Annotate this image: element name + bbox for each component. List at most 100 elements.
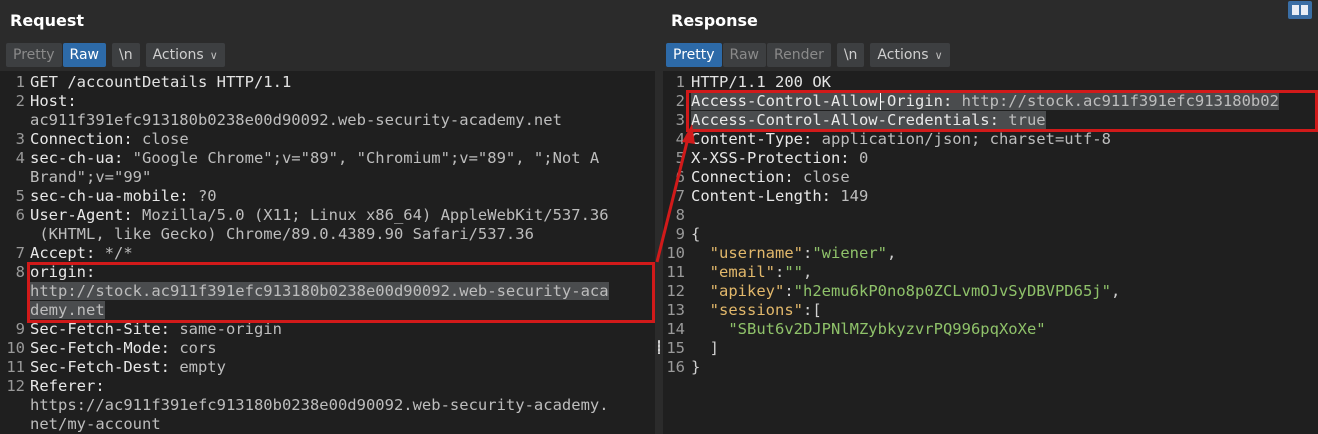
response-actions-button[interactable]: Actions ∨ <box>870 43 950 67</box>
line-number: 10 <box>6 339 25 357</box>
chevron-down-icon: ∨ <box>934 49 943 62</box>
request-title: Request <box>10 11 85 30</box>
response-render-button[interactable]: Render <box>766 43 831 67</box>
code-token: demy.net <box>30 301 105 319</box>
code-token: (KHTML, like Gecko) Chrome/89.0.4389.90 … <box>30 225 534 243</box>
line-number: 10 <box>666 244 685 262</box>
code-token: Connection: <box>691 168 794 186</box>
response-raw-button[interactable]: Raw <box>722 43 766 67</box>
code-text: User-Agent: Mozilla/5.0 (X11; Linux x86_… <box>30 206 609 225</box>
code-token: application/json; charset=utf-8 <box>812 130 1111 148</box>
code-token: https://ac911f391efc913180b0238e00d90092… <box>30 396 609 414</box>
split-view-left-square <box>1292 5 1299 15</box>
code-token: */* <box>95 244 133 262</box>
code-token: Content-Length: <box>691 187 831 205</box>
code-text: Content-Length: 149 <box>691 187 868 206</box>
line-number: 8 <box>15 263 25 281</box>
line-number: 12 <box>6 377 25 395</box>
code-token: same-origin <box>169 320 282 338</box>
request-editor[interactable]: 1 GET /accountDetails HTTP/1.1 2 Host: ac911… <box>0 71 655 434</box>
code-token: close <box>132 130 189 148</box>
response-editor[interactable]: 1 HTTP/1.1 200 OK 2 Access-Control-Allow-Or… <box>663 71 1318 434</box>
request-pane: Request Pretty Raw \n Actions ∨ 1 GET /acc… <box>0 0 655 434</box>
line-number: 13 <box>666 301 685 319</box>
code-text: Host: <box>30 92 77 111</box>
response-title: Response <box>671 11 758 30</box>
line-number: 3 <box>15 130 25 148</box>
code-token: Sec-Fetch-Mode: <box>30 339 170 357</box>
request-toolbar: Pretty Raw \n Actions ∨ <box>6 42 226 68</box>
code-token: "email" <box>691 263 775 281</box>
code-text: (KHTML, like Gecko) Chrome/89.0.4389.90 … <box>30 225 534 244</box>
response-actions-label: Actions <box>877 47 929 63</box>
code-text: sec-ch-ua-mobile: ?0 <box>30 187 217 206</box>
code-token: http://stock.ac911f391efc913180b02 <box>952 92 1279 110</box>
code-token: Access-Control-Allow-Origin: <box>691 92 953 110</box>
code-text: ac911f391efc913180b0238e00d90092.web-sec… <box>30 111 562 130</box>
drag-handle-icon[interactable] <box>658 340 660 354</box>
code-text: Connection: close <box>30 130 189 149</box>
pane-divider[interactable] <box>655 0 663 434</box>
response-newline-button[interactable]: \n <box>836 43 865 67</box>
code-text: Access-Control-Allow-Origin: http://stoc… <box>691 92 1279 111</box>
code-token: Accept: <box>30 244 96 262</box>
request-newline-button[interactable]: \n <box>111 43 140 67</box>
response-pretty-button[interactable]: Pretty <box>666 43 722 67</box>
code-token: true <box>998 111 1046 129</box>
code-token: : <box>802 244 813 262</box>
line-number: 6 <box>15 206 25 224</box>
code-text: { <box>691 225 700 244</box>
split-view-right-square <box>1301 5 1308 15</box>
code-token: "apikey" <box>691 282 785 300</box>
code-token: X-XSS-Protection: <box>691 149 850 167</box>
code-token: Sec-Fetch-Site: <box>30 320 170 338</box>
code-text: origin: <box>30 263 95 282</box>
code-token: sec-ch-ua: <box>30 149 124 167</box>
line-number: 5 <box>675 149 685 167</box>
split-view-icon[interactable] <box>1288 1 1312 19</box>
line-number: 8 <box>675 206 685 224</box>
line-number: 7 <box>675 187 685 205</box>
code-token: sec-ch-ua-mobile: <box>30 187 189 205</box>
code-text: HTTP/1.1 200 OK <box>691 73 831 92</box>
code-token: Access-Control-Allow-Credentials: <box>691 111 999 129</box>
code-text: Sec-Fetch-Site: same-origin <box>30 320 282 339</box>
request-actions-button[interactable]: Actions ∨ <box>145 43 225 67</box>
code-token: Mozilla/5.0 (X11; Linux x86_64) AppleWeb… <box>132 206 609 224</box>
code-text: demy.net <box>30 301 105 320</box>
code-token: ac911f391efc913180b0238e00d90092.web-sec… <box>30 111 562 129</box>
code-text: http://stock.ac911f391efc913180b0238e00d… <box>30 282 609 301</box>
line-number: 9 <box>15 320 25 338</box>
code-token: net/my-account <box>30 415 161 433</box>
line-number: 11 <box>6 358 25 376</box>
code-token: , <box>803 263 813 281</box>
code-token: "h2emu6kP0no8p0ZCLvmOJvSyDBVPD65j" <box>793 282 1111 300</box>
request-raw-button[interactable]: Raw <box>62 43 106 67</box>
code-token: http://stock.ac911f391efc913180b0238e00d… <box>30 282 609 300</box>
code-text: "username":"wiener", <box>691 244 897 263</box>
line-number: 12 <box>666 282 685 300</box>
line-number: 14 <box>666 320 685 338</box>
code-token: : <box>775 263 785 281</box>
line-number: 16 <box>666 358 685 376</box>
code-text: GET /accountDetails HTTP/1.1 <box>30 73 291 92</box>
code-token: empty <box>169 358 226 376</box>
request-pretty-button[interactable]: Pretty <box>6 43 62 67</box>
line-number: 1 <box>15 73 25 91</box>
line-number: 2 <box>15 92 25 110</box>
code-token: Host: <box>30 92 77 110</box>
code-text: net/my-account <box>30 415 161 434</box>
code-token: :[ <box>802 301 822 319</box>
line-number: 7 <box>15 244 25 262</box>
code-token: { <box>691 225 701 243</box>
code-token: Content-Type: <box>691 130 813 148</box>
code-token: User-Agent: <box>30 206 133 224</box>
code-token: GET /accountDetails HTTP/1.1 <box>30 73 292 91</box>
response-toolbar: Pretty Raw Render \n Actions ∨ <box>666 42 951 68</box>
code-token: close <box>793 168 850 186</box>
code-token: } <box>691 358 701 376</box>
code-token: , <box>1110 282 1121 300</box>
code-token: "wiener" <box>812 244 887 262</box>
line-number: 1 <box>675 73 685 91</box>
line-number: 9 <box>675 225 685 243</box>
